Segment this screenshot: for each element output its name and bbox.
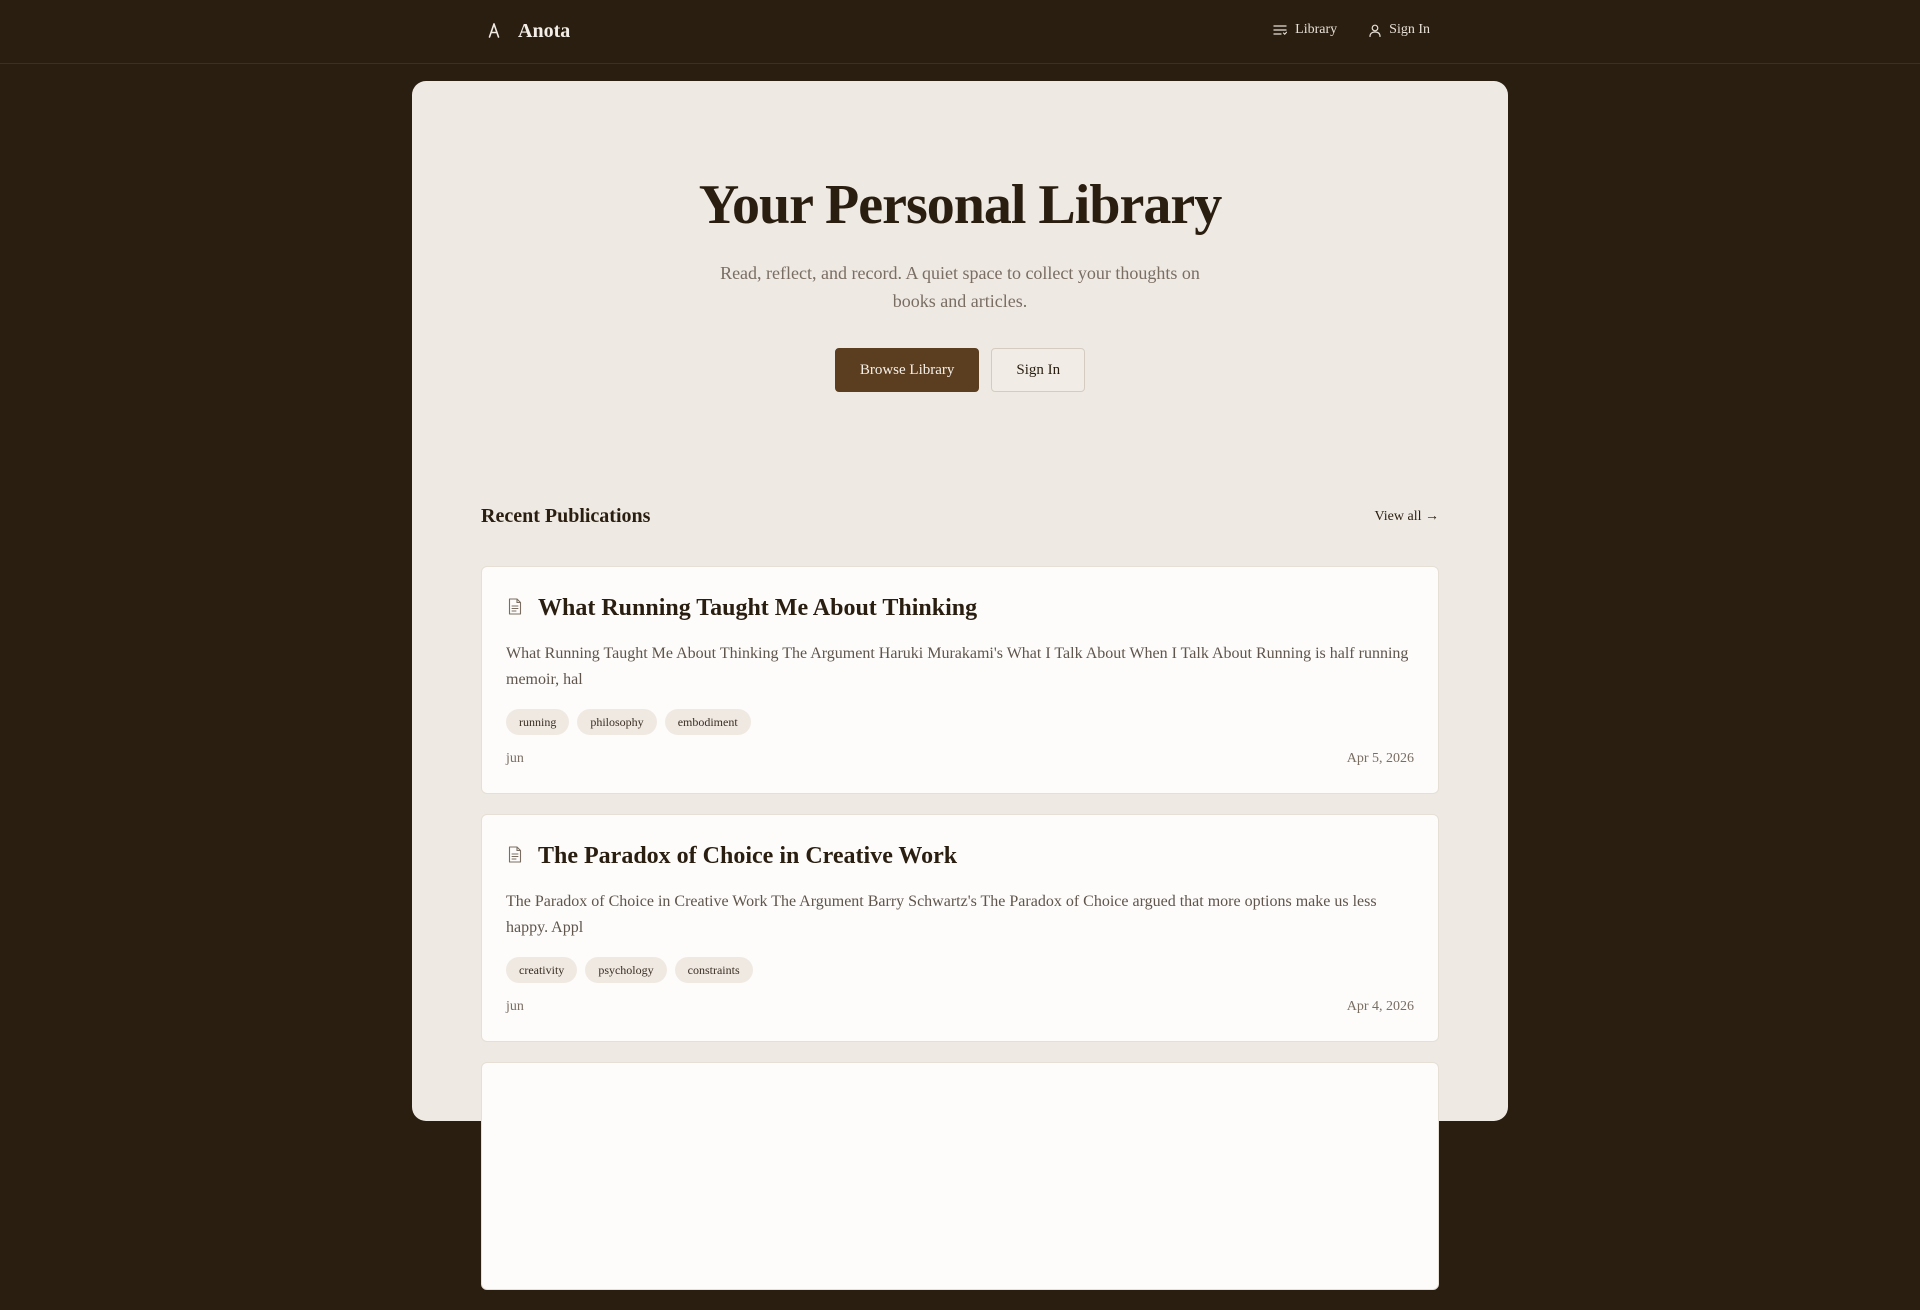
main-nav: Library Sign In: [1273, 22, 1430, 38]
brand-logo-link[interactable]: Anota: [482, 19, 570, 43]
author-name: jun: [506, 751, 524, 766]
nav-signin-label: Sign In: [1389, 22, 1430, 37]
publication-card[interactable]: The Paradox of Choice in Creative Work T…: [481, 814, 1439, 1042]
publication-excerpt: What Running Taught Me About Thinking Th…: [506, 645, 1409, 688]
nav-signin-link[interactable]: Sign In: [1369, 22, 1430, 38]
card-footer: jun Apr 5, 2026: [506, 751, 1414, 767]
publication-card[interactable]: What Running Taught Me About Thinking Wh…: [481, 566, 1439, 794]
list-icon: [1273, 24, 1288, 36]
tag-list: running philosophy embodiment: [506, 709, 1414, 735]
sign-in-button[interactable]: Sign In: [991, 348, 1086, 392]
browse-library-button[interactable]: Browse Library: [834, 348, 980, 392]
hero-title: Your Personal Library: [698, 174, 1222, 236]
publication-list: What Running Taught Me About Thinking Wh…: [481, 566, 1439, 1310]
card-header: What Running Taught Me About Thinking: [506, 591, 1414, 625]
section-title: Recent Publications: [481, 505, 651, 527]
author-name: jun: [506, 999, 524, 1014]
card-footer: jun Apr 4, 2026: [506, 999, 1414, 1015]
main-content-panel: Your Personal Library Read, reflect, and…: [412, 81, 1508, 1290]
top-navigation-bar: Anota Library Sign In: [0, 0, 1920, 64]
quill-a-icon: [482, 19, 506, 43]
tag-chip[interactable]: creativity: [506, 957, 578, 983]
publication-date: Apr 4, 2026: [1346, 999, 1414, 1014]
view-all-link[interactable]: View all →: [1375, 509, 1439, 525]
publication-date: Apr 5, 2026: [1346, 751, 1414, 766]
publication-excerpt: The Paradox of Choice in Creative Work T…: [506, 893, 1377, 936]
hero-actions: Browse Library Sign In: [412, 348, 1508, 392]
tag-list: creativity psychology constraints: [506, 957, 1414, 983]
card-header: The Paradox of Choice in Creative Work: [506, 839, 1414, 873]
brand-name: Anota: [518, 19, 571, 42]
tag-chip[interactable]: philosophy: [577, 709, 657, 735]
publication-card[interactable]: [481, 1062, 1439, 1290]
user-icon: [1369, 24, 1381, 37]
publication-title[interactable]: What Running Taught Me About Thinking: [538, 591, 977, 625]
recent-publications-header: Recent Publications View all →: [481, 505, 1439, 528]
document-icon: [506, 845, 524, 863]
document-icon: [506, 597, 524, 615]
publication-title[interactable]: The Paradox of Choice in Creative Work: [538, 839, 957, 873]
tag-chip[interactable]: running: [506, 709, 570, 735]
nav-library-label: Library: [1295, 22, 1338, 37]
tag-chip[interactable]: constraints: [674, 957, 753, 983]
tag-chip[interactable]: psychology: [585, 957, 667, 983]
hero-subtitle: Read, reflect, and record. A quiet space…: [720, 263, 1200, 311]
nav-library-link[interactable]: Library: [1273, 22, 1337, 38]
tag-chip[interactable]: embodiment: [664, 709, 751, 735]
